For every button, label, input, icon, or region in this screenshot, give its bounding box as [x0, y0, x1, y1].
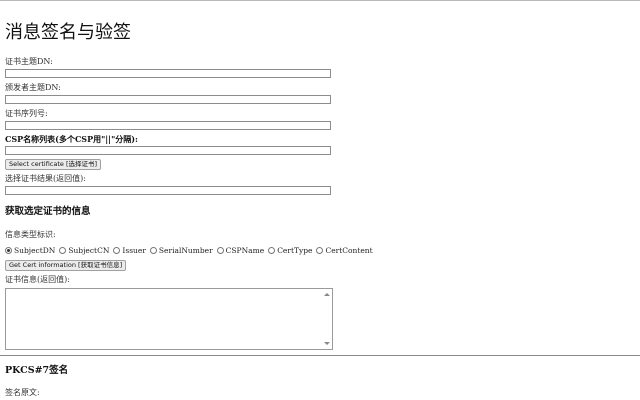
- serial-number-input[interactable]: [5, 121, 331, 130]
- radio-subjectcn-label: SubjectCN: [68, 245, 110, 255]
- radio-issuer[interactable]: Issuer: [113, 246, 146, 255]
- radio-issuer-dot[interactable]: [113, 246, 121, 254]
- subject-dn-label: 证书主题DN:: [5, 57, 53, 66]
- radio-serialnumber-dot[interactable]: [149, 246, 157, 254]
- serial-number-label: 证书序列号:: [5, 109, 48, 118]
- radio-certcontent[interactable]: CertContent: [316, 245, 373, 255]
- radio-certtype[interactable]: CertType: [268, 246, 312, 255]
- radio-subjectcn[interactable]: SubjectCN: [59, 246, 109, 255]
- issuer-dn-label: 颁发者主题DN:: [5, 83, 61, 92]
- page-title: 消息签名与验签: [5, 22, 131, 43]
- radio-issuer-label: Issuer: [122, 245, 146, 255]
- textarea-scrollbar[interactable]: [322, 290, 331, 348]
- csp-list-input[interactable]: [5, 146, 331, 155]
- info-type-label: 信息类型标识:: [5, 230, 56, 239]
- radio-subjectdn-label: SubjectDN: [14, 245, 56, 255]
- plaintext-label: 签名原文:: [5, 388, 40, 397]
- radio-subjectcn-dot[interactable]: [59, 246, 67, 254]
- cert-info-textarea[interactable]: [5, 288, 333, 350]
- scroll-down-arrow-icon[interactable]: [324, 342, 330, 345]
- scroll-up-arrow-icon[interactable]: [324, 293, 330, 296]
- issuer-dn-input[interactable]: [5, 95, 331, 104]
- top-border: [0, 0, 640, 1]
- pkcs7-heading: PKCS#7签名: [5, 365, 69, 376]
- csp-list-label: CSP名称列表(多个CSP用"||"分隔):: [5, 134, 138, 144]
- radio-cspname-dot[interactable]: [216, 246, 224, 254]
- radio-serialnumber-label: SerialNumber: [158, 245, 213, 255]
- radio-subjectdn-dot[interactable]: [5, 246, 12, 254]
- info-type-radio-group: SubjectDN SubjectCN Issuer SerialNumber …: [5, 245, 377, 255]
- cert-info-heading: 获取选定证书的信息: [5, 206, 91, 217]
- radio-subjectdn[interactable]: SubjectDN: [5, 246, 55, 255]
- select-result-input[interactable]: [5, 186, 331, 195]
- get-cert-info-button[interactable]: Get Cert information [获取证书信息]: [5, 260, 127, 271]
- section-divider: [0, 355, 640, 356]
- radio-certtype-dot[interactable]: [268, 246, 276, 254]
- radio-serialnumber[interactable]: SerialNumber: [149, 245, 213, 255]
- radio-cspname-label: CSPName: [225, 245, 265, 255]
- radio-certcontent-dot[interactable]: [316, 246, 324, 254]
- subject-dn-input[interactable]: [5, 69, 331, 78]
- radio-cspname[interactable]: CSPName: [216, 245, 265, 255]
- select-certificate-button[interactable]: Select certificate [选择证书]: [5, 159, 102, 170]
- radio-certtype-label: CertType: [277, 245, 313, 255]
- radio-certcontent-label: CertContent: [325, 245, 373, 255]
- cert-info-result-label: 证书信息(返回值):: [5, 275, 70, 284]
- select-result-label: 选择证书结果(返回值):: [5, 174, 86, 183]
